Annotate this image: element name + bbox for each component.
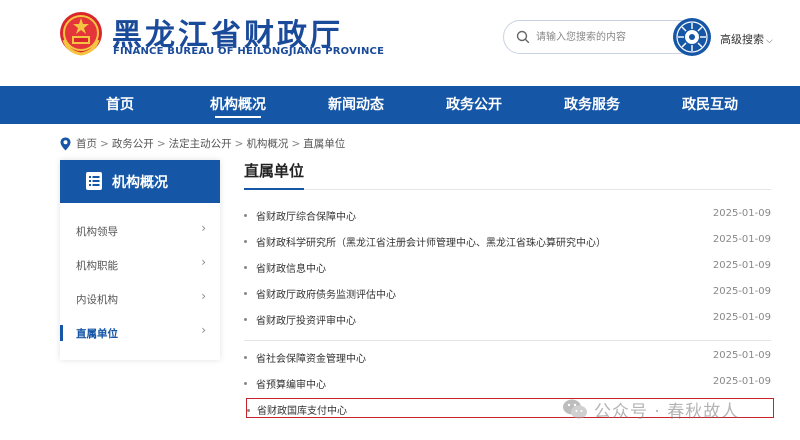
advanced-search-link[interactable]: 高级搜索 ⌵ [720,31,773,47]
list-item-date: 2025-01-09 [712,350,771,361]
group-divider [244,340,771,341]
chevron-right-icon: › [201,289,206,303]
search-box [503,20,685,54]
bullet-icon [247,409,250,412]
breadcrumb-home[interactable]: 首页 [76,136,97,151]
breadcrumb-statutory[interactable]: 法定主动公开 [169,136,232,151]
sidebar-item-departments[interactable]: 内设机构 › [60,282,220,316]
list-item-date: 2025-01-09 [712,312,771,323]
watermark-text: 公众号 · 春秋故人 [594,401,740,422]
sidebar-title: 机构概况 [112,175,168,191]
sidebar-item-label: 机构领导 [76,226,118,238]
main-nav: 首页 机构概况 新闻动态 政务公开 政务服务 政民互动 [0,86,800,124]
list-item-date: 2025-01-09 [712,260,771,271]
search-icon[interactable] [516,30,530,44]
site-title-english: FINANCE BUREAU OF HEILONGJIANG PROVINCE [113,46,385,57]
sidebar-item-leadership[interactable]: 机构领导 › [60,214,220,248]
breadcrumb-separator: > [234,137,244,150]
chevron-right-icon: › [201,221,206,235]
section-divider [244,189,771,190]
list-item[interactable]: 省财政厅投资评审中心 2025-01-09 [244,308,771,330]
nav-item-disclosure[interactable]: 政务公开 [429,86,519,124]
list-item[interactable]: 省财政信息中心 2025-01-09 [244,256,771,278]
bullet-icon [244,292,247,295]
breadcrumb-separator: > [100,137,109,150]
breadcrumb: 首页 > 政务公开 > 法定主动公开 > 机构概况 > 直属单位 [60,136,345,151]
advanced-search-label: 高级搜索 [720,33,764,46]
watermark: 公众号 · 春秋故人 [562,396,739,422]
search-seal-icon[interactable] [672,17,712,57]
list-item-title[interactable]: 省预算编审中心 [256,376,326,391]
breadcrumb-current: 直属单位 [303,138,346,150]
sidebar-item-functions[interactable]: 机构职能 › [60,248,220,282]
sidebar-item-affiliated-units[interactable]: 直属单位 › [60,316,220,350]
document-list-icon [86,172,102,190]
wechat-icon [563,399,587,419]
breadcrumb-disclosure[interactable]: 政务公开 [112,136,154,151]
list-item-title[interactable]: 省社会保障资金管理中心 [256,350,366,365]
list-item-title[interactable]: 省财政国库支付中心 [257,402,347,417]
sidebar-header: 机构概况 [60,160,220,203]
bullet-icon [244,214,247,217]
list-item-title[interactable]: 省财政厅政府债务监测评估中心 [256,286,396,301]
section-title: 直属单位 [244,162,305,180]
list-item-date: 2025-01-09 [712,234,771,245]
chevron-right-icon: › [201,255,206,269]
site-header: 黑龙江省财政厅 FINANCE BUREAU OF HEILONGJIANG P… [0,0,800,86]
bullet-icon [244,266,247,269]
list-item-title[interactable]: 省财政科学研究所（黑龙江省注册会计师管理中心、黑龙江省珠心算研究中心） [256,234,606,249]
list-item-date: 2025-01-09 [712,376,771,387]
sidebar-item-label: 直属单位 [76,328,118,340]
nav-item-interaction[interactable]: 政民互动 [665,86,755,124]
nav-item-organization[interactable]: 机构概况 [193,86,283,124]
list-item[interactable]: 省社会保障资金管理中心 2025-01-09 [244,346,771,368]
national-emblem-icon[interactable] [58,10,104,56]
list-item[interactable]: 省财政科学研究所（黑龙江省注册会计师管理中心、黑龙江省珠心算研究中心） 2025… [244,230,771,252]
list-item[interactable]: 省财政厅政府债务监测评估中心 2025-01-09 [244,282,771,304]
section-divider-accent [244,188,304,190]
chevron-right-icon: › [201,323,206,337]
location-pin-icon [60,137,71,150]
bullet-icon [244,382,247,385]
list-item-title[interactable]: 省财政厅投资评审中心 [256,312,356,327]
list-item-date: 2025-01-09 [712,208,771,219]
nav-item-home[interactable]: 首页 [75,86,165,124]
list-item[interactable]: 省财政厅综合保障中心 2025-01-09 [244,204,771,226]
sidebar-item-label: 机构职能 [76,260,118,272]
bullet-icon [244,356,247,359]
nav-item-services[interactable]: 政务服务 [547,86,637,124]
list-item-title[interactable]: 省财政信息中心 [256,260,326,275]
list-item-date: 2025-01-09 [712,286,771,297]
chevron-down-icon: ⌵ [766,36,773,46]
sidebar-item-label: 内设机构 [76,294,118,306]
breadcrumb-separator: > [156,137,166,150]
breadcrumb-separator: > [291,137,301,150]
list-item[interactable]: 省预算编审中心 2025-01-09 [244,372,771,394]
nav-item-news[interactable]: 新闻动态 [311,86,401,124]
bullet-icon [244,240,247,243]
sidebar: 机构概况 机构领导 › 机构职能 › 内设机构 › 直属单位 › [60,160,220,360]
breadcrumb-organization[interactable]: 机构概况 [246,136,288,151]
search-input[interactable] [536,27,681,47]
list-item-title[interactable]: 省财政厅综合保障中心 [256,208,356,223]
bullet-icon [244,318,247,321]
